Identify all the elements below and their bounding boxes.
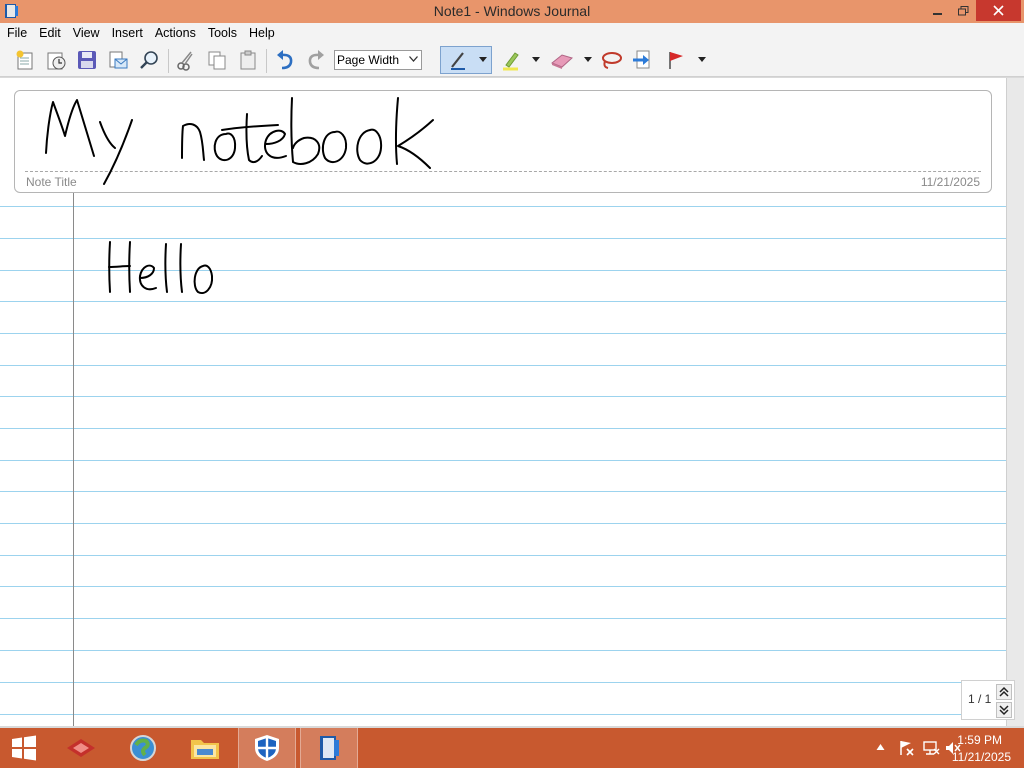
- browser-taskbar-button[interactable]: [118, 728, 168, 768]
- copy-button[interactable]: [204, 47, 230, 73]
- flag-button[interactable]: [663, 47, 689, 73]
- chevron-down-icon: [409, 56, 418, 62]
- new-note-button[interactable]: [12, 47, 38, 73]
- handwriting-body: [108, 241, 214, 294]
- handwriting-title: [45, 97, 434, 185]
- page-navigator: 1 / 1: [961, 680, 1015, 720]
- pen-icon: [451, 52, 465, 70]
- start-button[interactable]: [0, 728, 48, 768]
- undo-icon: [277, 50, 293, 70]
- page-number: 1 / 1: [968, 692, 992, 706]
- find-icon: [140, 51, 158, 69]
- network-icon[interactable]: [922, 739, 940, 757]
- flag-dropdown-icon[interactable]: [698, 55, 706, 63]
- toolbar: [0, 43, 1024, 77]
- restore-icon: [957, 5, 968, 15]
- minimize-icon: [932, 12, 942, 15]
- windows-journal-taskbar-button[interactable]: [300, 728, 358, 768]
- browser-icon: [130, 735, 156, 761]
- save-icon: [78, 51, 96, 69]
- shield-icon: [255, 735, 279, 761]
- restore-button[interactable]: [950, 0, 976, 21]
- highlighter-dropdown-icon[interactable]: [532, 55, 540, 63]
- close-button[interactable]: [976, 0, 1021, 21]
- paste-icon: [240, 50, 256, 70]
- previous-page-button[interactable]: [996, 684, 1012, 700]
- insert-space-icon: [633, 50, 650, 69]
- action-center-icon[interactable]: [898, 739, 914, 757]
- redo-icon: [308, 50, 324, 70]
- menu-actions[interactable]: Actions: [149, 23, 202, 43]
- paste-button[interactable]: [235, 47, 261, 73]
- menu-view[interactable]: View: [67, 23, 106, 43]
- cut-icon: [177, 51, 193, 71]
- copy-icon: [208, 51, 226, 70]
- title-bar: Note1 - Windows Journal: [0, 0, 1024, 23]
- minimize-button[interactable]: [924, 0, 950, 21]
- vertical-scrollbar[interactable]: [1006, 78, 1024, 726]
- menu-edit[interactable]: Edit: [33, 23, 67, 43]
- toolbar-separator: [266, 49, 267, 73]
- double-chevron-up-icon: [999, 686, 1009, 697]
- open-icon: [47, 52, 66, 70]
- lasso-select-icon: [602, 52, 622, 69]
- cut-button[interactable]: [173, 47, 199, 73]
- double-chevron-down-icon: [999, 705, 1009, 716]
- ink-layer: [45, 97, 434, 294]
- send-email-button[interactable]: [105, 47, 131, 73]
- note-page[interactable]: Note Title 11/21/2025: [0, 78, 1006, 726]
- undo-button[interactable]: [272, 47, 298, 73]
- save-button[interactable]: [74, 47, 100, 73]
- toolbar-separator: [168, 49, 169, 73]
- next-page-button[interactable]: [996, 702, 1012, 718]
- file-explorer-taskbar-button[interactable]: [180, 728, 230, 768]
- open-button[interactable]: [43, 47, 69, 73]
- zoom-value: Page Width: [337, 53, 400, 67]
- toolbox-taskbar-button[interactable]: [56, 728, 106, 768]
- send-email-icon: [109, 51, 128, 69]
- toolbox-icon: [67, 739, 95, 757]
- show-hidden-icons-icon[interactable]: [876, 743, 885, 751]
- highlighter-button[interactable]: [498, 47, 524, 73]
- pen-dropdown-icon[interactable]: [479, 55, 487, 63]
- pen-button[interactable]: [445, 47, 471, 73]
- insert-space-button[interactable]: [629, 47, 655, 73]
- menu-tools[interactable]: Tools: [202, 23, 243, 43]
- zoom-select[interactable]: Page Width: [334, 50, 422, 70]
- menu-help[interactable]: Help: [243, 23, 281, 43]
- menu-file[interactable]: File: [1, 23, 33, 43]
- defender-taskbar-button[interactable]: [238, 728, 296, 768]
- redo-button[interactable]: [303, 47, 329, 73]
- menu-bar: File Edit View Insert Actions Tools Help: [0, 23, 1024, 43]
- lasso-select-button[interactable]: [598, 47, 624, 73]
- flag-icon: [669, 52, 683, 69]
- new-note-icon: [16, 50, 33, 70]
- eraser-dropdown-icon[interactable]: [584, 55, 592, 63]
- highlighter-icon: [503, 52, 519, 71]
- clock-time[interactable]: 1:59 PM: [957, 733, 1002, 747]
- system-tray: 1:59 PM 11/21/2025: [824, 728, 1024, 768]
- window-title: Note1 - Windows Journal: [433, 3, 591, 19]
- close-icon: [993, 5, 1004, 16]
- folder-icon: [191, 740, 219, 759]
- menu-insert[interactable]: Insert: [106, 23, 149, 43]
- eraser-icon: [551, 54, 573, 69]
- eraser-button[interactable]: [549, 47, 575, 73]
- windows-logo-icon: [12, 735, 36, 761]
- find-button[interactable]: [136, 47, 162, 73]
- clock-date[interactable]: 11/21/2025: [952, 750, 1011, 764]
- journal-icon: [320, 736, 339, 760]
- taskbar: 1:59 PM 11/21/2025: [0, 728, 1024, 768]
